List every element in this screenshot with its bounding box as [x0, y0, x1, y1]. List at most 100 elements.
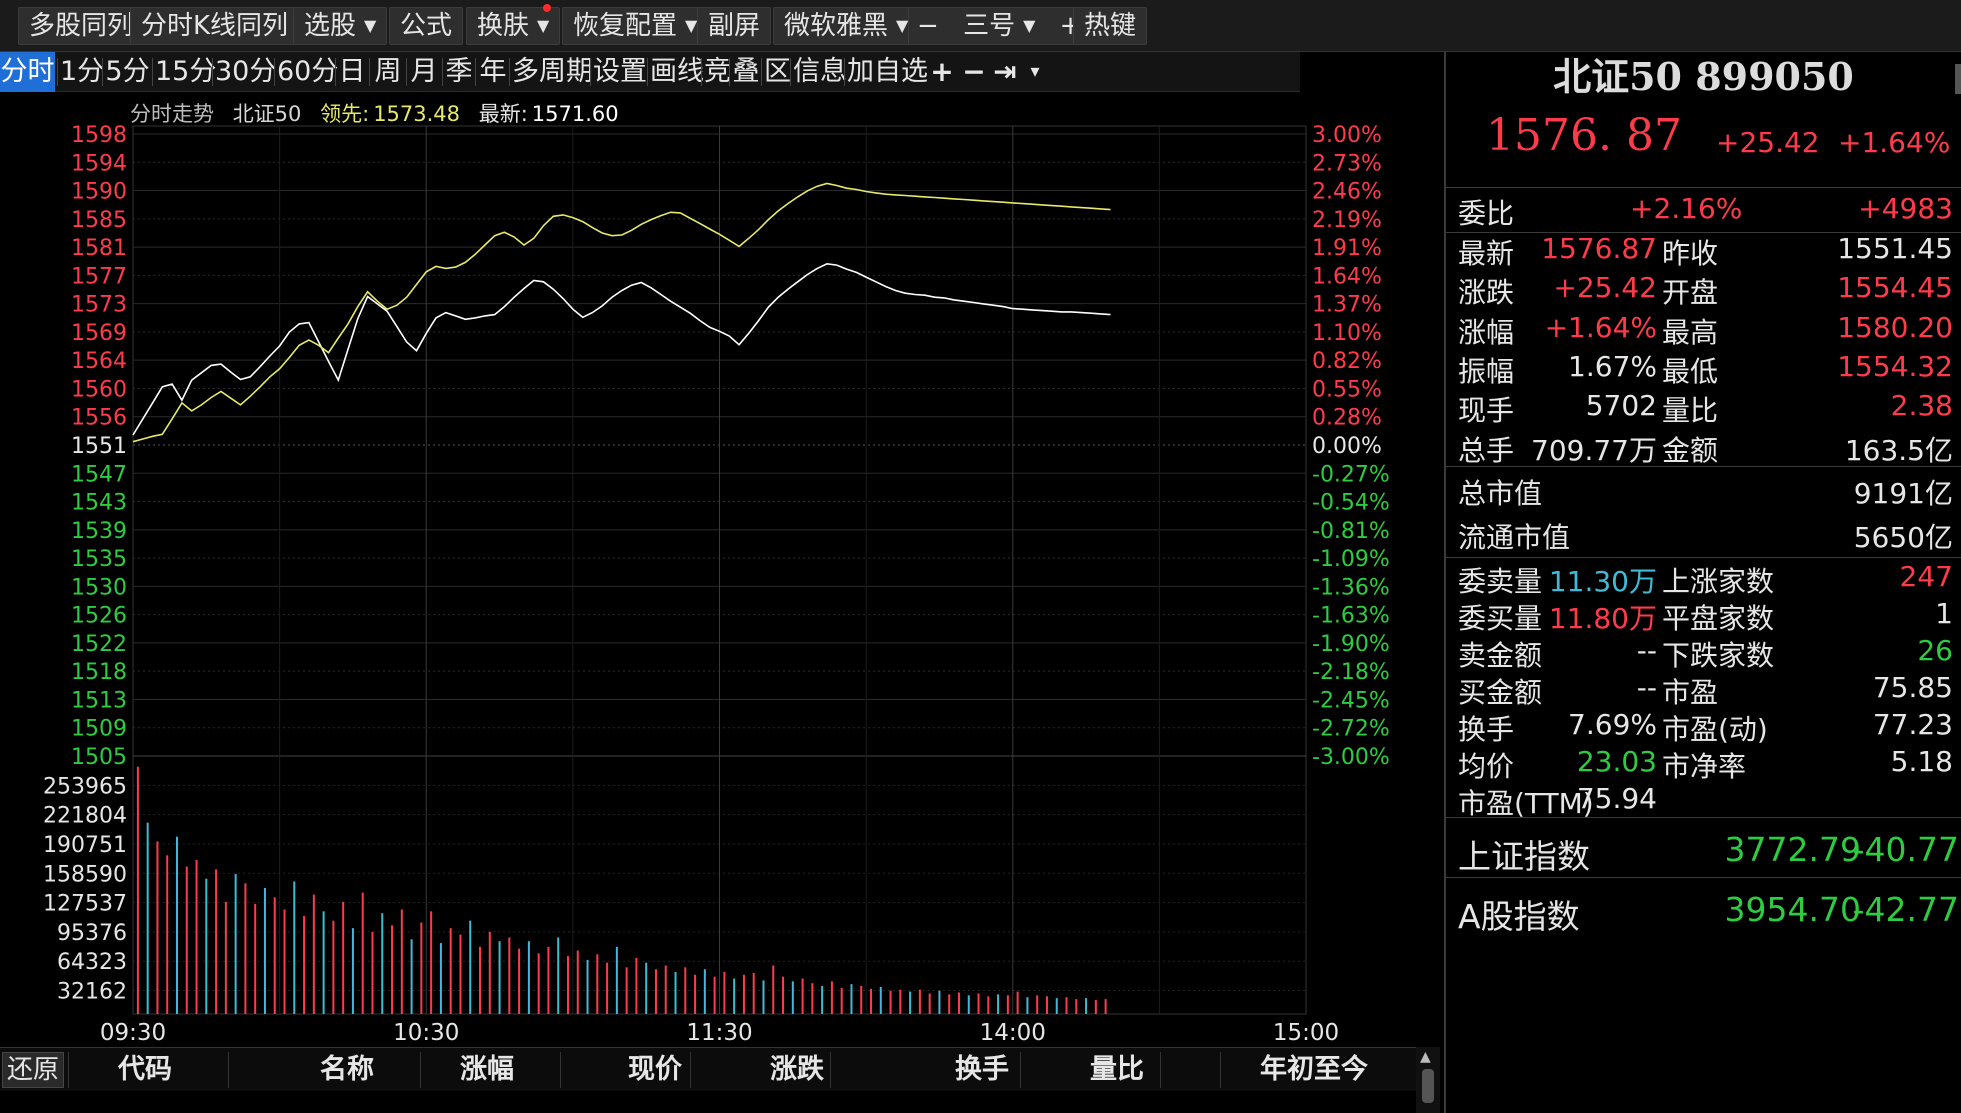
tab-period[interactable]: 15分 [155, 52, 216, 92]
volume-bar [928, 993, 931, 1014]
tab-period[interactable]: 叠 [732, 52, 760, 92]
hotkey-button[interactable]: 热键 [1073, 7, 1148, 45]
volume-bar [782, 976, 785, 1014]
quote-label: 委卖量 [1458, 565, 1543, 598]
volume-bar [381, 913, 384, 1014]
font-minus-button[interactable]: − [917, 11, 939, 41]
tab-period[interactable]: 区 [764, 52, 791, 92]
column-header[interactable]: 现价 [628, 1048, 682, 1092]
column-separator [1020, 1052, 1021, 1088]
tab-period[interactable]: 日 [338, 52, 366, 92]
formula-button[interactable]: 公式 [389, 7, 464, 45]
tab-period[interactable]: 周 [372, 52, 404, 92]
tab-period[interactable]: 月 [409, 52, 439, 92]
font-size-dropdown[interactable]: 三号 ▼ [963, 11, 1035, 41]
price-change-pct: +1.64% [1838, 126, 1951, 159]
column-header[interactable]: 名称 [320, 1048, 374, 1092]
tab-period[interactable]: 画线 [650, 52, 704, 92]
column-header[interactable]: 换手 [955, 1048, 1009, 1092]
volume-tick-label: 32162 [57, 980, 127, 1005]
jump-end-icon[interactable]: ⇥ [992, 52, 1018, 92]
more-dropdown-icon[interactable]: ▾ [1022, 52, 1048, 92]
column-separator [690, 1052, 691, 1088]
column-header[interactable]: 涨跌 [770, 1048, 824, 1092]
quote-value: 1554.32 [1837, 349, 1953, 383]
index-name[interactable]: A股指数 [1458, 890, 1580, 938]
zoom-out-icon[interactable]: − [961, 52, 987, 92]
timeshare-kline-button[interactable]: 分时K线同列 [130, 7, 300, 45]
volume-bar [596, 954, 599, 1014]
pct-tick-label: -2.18% [1312, 660, 1390, 685]
volume-bar [361, 892, 364, 1014]
pct-tick-label: 0.00% [1312, 434, 1382, 459]
second-screen-button[interactable]: 副屏 [697, 7, 772, 45]
volume-bar [586, 959, 589, 1014]
volume-bar [772, 965, 775, 1014]
volume-bar [244, 883, 247, 1014]
tab-period[interactable]: 60分 [277, 52, 338, 92]
quote-label: 最低 [1662, 354, 1719, 388]
tab-period[interactable]: 加自选 [847, 52, 928, 92]
price-tick-label: 1513 [71, 688, 127, 713]
column-separator [560, 1052, 561, 1088]
column-header[interactable]: 量比 [1090, 1048, 1144, 1092]
index-name[interactable]: 上证指数 [1458, 830, 1590, 878]
volume-bar [479, 946, 482, 1014]
volume-bar [694, 974, 697, 1014]
volume-bar [175, 836, 178, 1014]
volume-tick-label: 95376 [57, 921, 127, 946]
column-header[interactable]: 年初至今 [1260, 1048, 1368, 1092]
scroll-up-icon[interactable]: ▲ [1420, 1049, 1431, 1065]
period-separator [406, 58, 407, 86]
column-header[interactable]: 代码 [118, 1048, 172, 1092]
pct-tick-label: -0.54% [1312, 491, 1390, 516]
table-row[interactable] [0, 1091, 1416, 1113]
quote-value: 11.80万 [1548, 602, 1657, 635]
tab-period[interactable]: 信息 [793, 52, 847, 92]
restore-config-dropdown[interactable]: 恢复配置 ▼ [562, 7, 709, 45]
scroll-thumb[interactable] [1422, 1069, 1434, 1103]
chart-canvas[interactable]: 1598 1594 1590 1585 1581 1577 1573 1569 1564 1560… [0, 92, 1440, 1047]
lead-label: 领先: [320, 102, 370, 126]
stock-picker-dropdown[interactable]: 选股 ▼ [293, 7, 388, 45]
restore-button[interactable]: 还原 [2, 1052, 64, 1088]
tab-period[interactable]: 多周期 [512, 52, 593, 92]
pct-tick-label: -1.09% [1312, 547, 1390, 572]
skin-dropdown[interactable]: 换肤 ▼ [466, 7, 561, 45]
volume-bar [156, 841, 159, 1014]
price-tick-label: 1530 [71, 575, 127, 600]
period-separator [369, 58, 370, 86]
pct-tick-label: 0.28% [1312, 406, 1382, 431]
tab-period[interactable]: 1分 [60, 52, 104, 92]
table-scrollbar[interactable]: ▲ [1416, 1047, 1440, 1113]
volume-bar [488, 931, 491, 1014]
volume-tick-label: 158590 [43, 862, 127, 887]
tab-period[interactable]: 30分 [215, 52, 276, 92]
period-separator [729, 58, 730, 86]
quote-label: 上涨家数 [1662, 565, 1775, 598]
quote-value: 1580.20 [1837, 310, 1953, 344]
font-family-dropdown[interactable]: 微软雅黑 ▼ [773, 7, 920, 45]
price-tick-label: 1518 [71, 660, 127, 685]
tab-period[interactable]: 分时 [0, 52, 55, 92]
period-separator [274, 58, 275, 86]
column-header[interactable]: 涨幅 [460, 1048, 514, 1092]
tab-period[interactable]: 季 [445, 52, 473, 92]
quote-label: 量比 [1662, 394, 1719, 428]
tab-period[interactable]: 设置 [593, 52, 647, 92]
volume-bar [674, 972, 677, 1014]
volume-bar [273, 897, 276, 1014]
tab-period[interactable]: 5分 [105, 52, 150, 92]
tab-period[interactable]: 竞 [704, 52, 731, 92]
pct-tick-label: 2.73% [1312, 151, 1382, 176]
period-separator [647, 58, 648, 86]
column-separator [420, 1052, 421, 1088]
volume-bar [439, 943, 442, 1014]
multi-stock-button[interactable]: 多股同列 [18, 7, 145, 45]
tab-period[interactable]: 年 [478, 52, 508, 92]
skin-label: 换肤 [477, 11, 530, 41]
volume-bar [742, 974, 745, 1014]
zoom-in-icon[interactable]: + [929, 52, 955, 92]
volume-bar [205, 878, 208, 1014]
quote-label: 开盘 [1662, 276, 1719, 310]
